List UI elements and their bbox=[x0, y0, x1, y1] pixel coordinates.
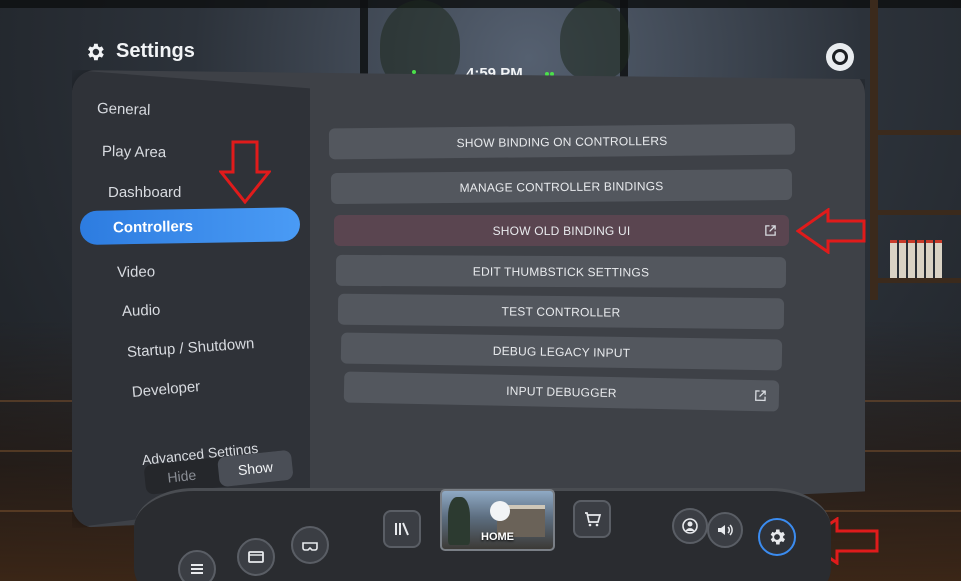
annotation-arrow-down bbox=[219, 140, 271, 204]
sidebar-item-video[interactable]: Video bbox=[117, 263, 155, 281]
bookshelf-board bbox=[870, 130, 961, 135]
library-icon bbox=[395, 522, 409, 536]
annotation-arrow-left bbox=[796, 208, 866, 254]
settings-dock-button[interactable] bbox=[758, 518, 796, 556]
gear-icon bbox=[770, 529, 785, 545]
sidebar-item-controllers[interactable]: Controllers bbox=[79, 207, 301, 245]
bookshelf-side bbox=[870, 0, 878, 300]
bookshelf-board bbox=[870, 210, 961, 215]
external-link-icon bbox=[765, 225, 776, 236]
library-button[interactable] bbox=[383, 510, 421, 548]
settings-header: Settings bbox=[84, 40, 195, 63]
store-button[interactable] bbox=[573, 500, 611, 538]
button-label: MANAGE CONTROLLER BINDINGS bbox=[459, 178, 664, 195]
button-label: DEBUG LEGACY INPUT bbox=[492, 343, 631, 360]
window-mullion bbox=[360, 0, 368, 80]
volume-icon bbox=[718, 524, 733, 536]
show-old-binding-ui-button[interactable]: SHOW OLD BINDING UI bbox=[334, 215, 789, 246]
test-controller-button[interactable]: TEST CONTROLLER bbox=[337, 293, 785, 330]
button-label: TEST CONTROLLER bbox=[501, 303, 621, 320]
menu-button[interactable] bbox=[178, 550, 216, 581]
manage-controller-bindings-button[interactable]: MANAGE CONTROLLER BINDINGS bbox=[330, 168, 793, 205]
avatar-icon bbox=[682, 518, 698, 534]
avatar-button[interactable] bbox=[672, 508, 708, 544]
steam-logo-icon[interactable] bbox=[826, 43, 854, 71]
button-label: EDIT THUMBSTICK SETTINGS bbox=[472, 264, 650, 279]
sidebar-item-audio[interactable]: Audio bbox=[122, 302, 161, 320]
home-tile[interactable]: HOME bbox=[440, 489, 555, 551]
sidebar-item-general[interactable]: General bbox=[97, 100, 151, 119]
button-label: SHOW OLD BINDING UI bbox=[492, 223, 631, 238]
status-dot bbox=[412, 70, 416, 74]
desktop-icon bbox=[248, 551, 264, 563]
menu-icon bbox=[191, 564, 203, 574]
volume-button[interactable] bbox=[707, 512, 743, 548]
steam-icon bbox=[490, 501, 510, 521]
show-binding-on-controllers-button[interactable]: SHOW BINDING ON CONTROLLERS bbox=[328, 123, 796, 160]
status-dot bbox=[550, 72, 554, 76]
gear-icon bbox=[88, 43, 104, 60]
button-label: SHOW BINDING ON CONTROLLERS bbox=[456, 133, 668, 150]
desktop-button[interactable] bbox=[237, 538, 275, 576]
vr-headset-button[interactable] bbox=[291, 526, 329, 564]
window-frame-top bbox=[0, 0, 961, 8]
page-title: Settings bbox=[116, 40, 195, 62]
vr-headset-icon bbox=[302, 542, 318, 551]
edit-thumbstick-settings-button[interactable]: EDIT THUMBSTICK SETTINGS bbox=[335, 254, 787, 289]
sidebar-item-play-area[interactable]: Play Area bbox=[102, 143, 167, 161]
status-dot bbox=[545, 72, 549, 76]
store-icon bbox=[585, 512, 602, 527]
sidebar-item-dashboard[interactable]: Dashboard bbox=[108, 184, 181, 201]
bookshelf-board bbox=[870, 278, 961, 283]
tree-silhouette bbox=[560, 0, 630, 80]
external-link-icon bbox=[755, 390, 766, 402]
home-label: HOME bbox=[481, 531, 514, 543]
button-label: INPUT DEBUGGER bbox=[506, 383, 617, 400]
books bbox=[890, 240, 942, 278]
